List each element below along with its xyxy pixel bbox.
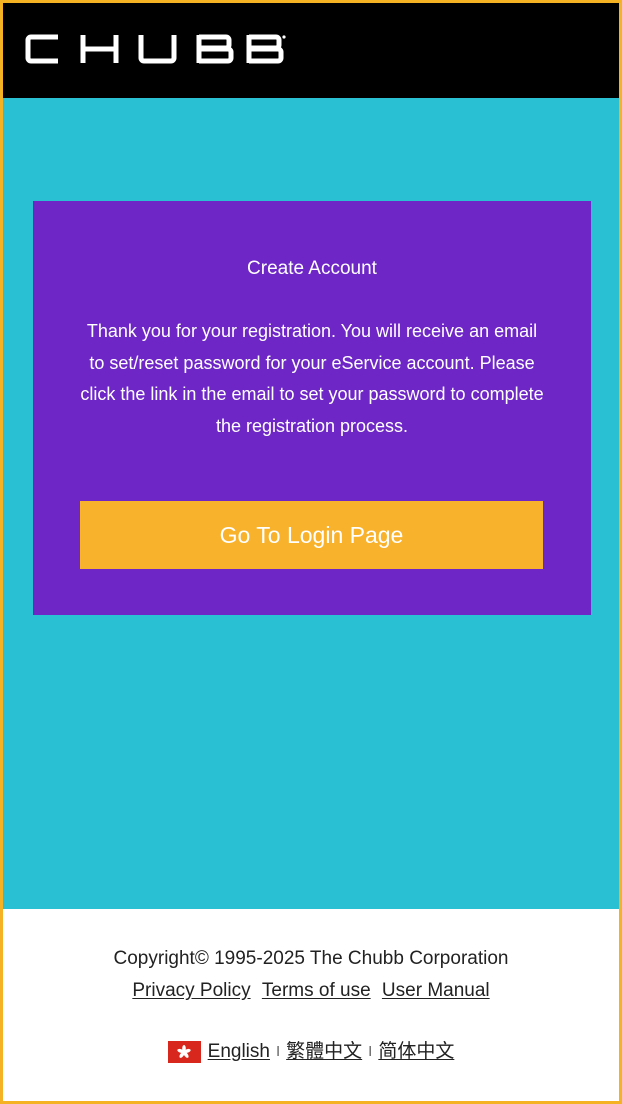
language-traditional-chinese-link[interactable]: 繁體中文 [286,1040,362,1064]
language-separator: I [275,1043,281,1060]
footer: Copyright© 1995-2025 The Chubb Corporati… [3,909,619,1101]
footer-links: Privacy Policy Terms of use User Manual [3,979,619,1003]
chubb-logo[interactable]: CHUBB [25,33,287,67]
page-frame: CHUBB Create Account Thank you for your … [3,3,619,1101]
hong-kong-flag-icon [167,1041,201,1063]
card-title: Create Account [247,258,377,279]
privacy-policy-link[interactable]: Privacy Policy [132,980,250,1001]
terms-of-use-link[interactable]: Terms of use [262,980,371,1001]
create-account-card: Create Account Thank you for your regist… [33,201,591,615]
language-english-link[interactable]: English [208,1040,270,1064]
chubb-wordmark-icon [25,34,286,64]
copyright-text: Copyright© 1995-2025 The Chubb Corporati… [113,948,509,969]
language-selector: English I 繁體中文 I 简体中文 [3,1040,619,1064]
user-manual-link[interactable]: User Manual [382,980,490,1001]
language-simplified-chinese-link[interactable]: 简体中文 [378,1040,454,1064]
registration-message: Thank you for your registration. You wil… [80,321,544,436]
language-separator: I [368,1043,373,1060]
main-content: Create Account Thank you for your regist… [3,98,619,909]
go-to-login-button[interactable]: Go To Login Page [80,501,543,569]
header-bar: CHUBB [3,3,619,98]
